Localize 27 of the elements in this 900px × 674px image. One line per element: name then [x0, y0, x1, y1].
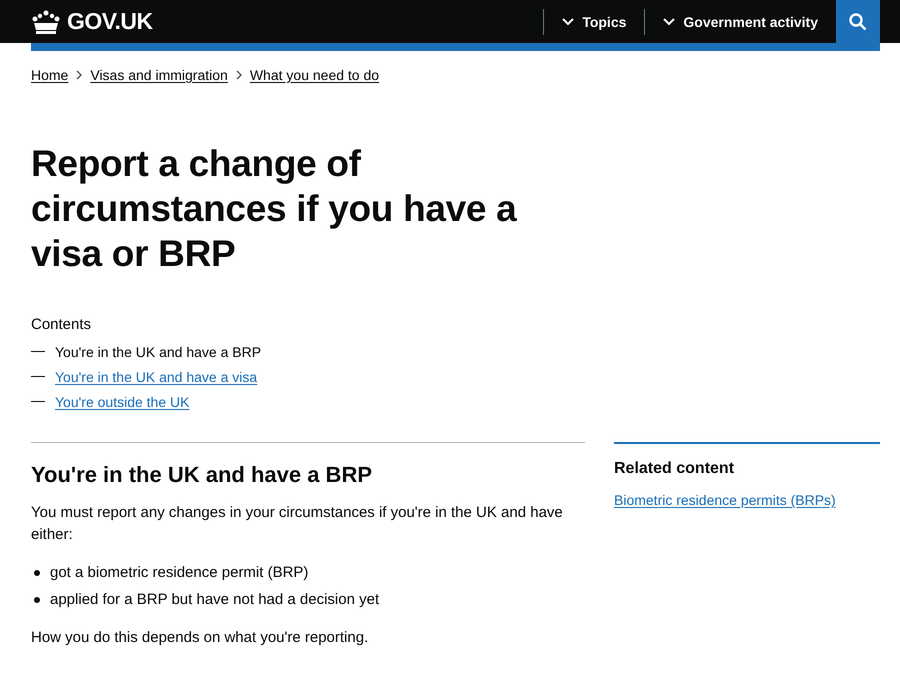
outro-paragraph: How you do this depends on what you're reporting. [31, 628, 370, 648]
intro-paragraph: You must report any changes in your circumstances if you're in the UK and have either: [31, 503, 564, 545]
bullet-text: applied for a BRP but have not had a decision yet [50, 590, 380, 610]
section-heading: You're in the UK and have a BRP [31, 462, 373, 488]
breadcrumb-link[interactable]: Home [31, 67, 68, 83]
contents-heading: Contents [31, 316, 92, 333]
search-button[interactable] [836, 0, 880, 43]
breadcrumb-link[interactable]: What you need to do [250, 67, 380, 83]
bullet-text: got a biometric residence permit (BRP) [50, 563, 308, 583]
crown-icon [31, 10, 61, 34]
search-icon [849, 12, 867, 30]
contents-link[interactable]: You're outside the UK [55, 394, 190, 410]
nav-menu-button[interactable]: Government activity [645, 0, 836, 43]
bullet-icon [34, 596, 40, 602]
page-title: Report a change of circumstances if you have a visa or BRP [31, 142, 518, 276]
contents-link[interactable]: You're in the UK and have a visa [55, 368, 258, 384]
chevron-right-icon [76, 70, 82, 80]
bullet-icon [34, 570, 40, 576]
contents-current-item: You're in the UK and have a BRP [55, 344, 262, 360]
chevron-down-icon [663, 18, 676, 26]
govuk-logo[interactable]: GOV.UK [31, 8, 153, 35]
breadcrumb-link[interactable]: Visas and immigration [90, 67, 228, 83]
related-heading: Related content [614, 460, 736, 478]
nav-menu-button[interactable]: Topics [544, 0, 644, 43]
related-link[interactable]: Biometric residence permits (BRPs) [614, 492, 836, 508]
chevron-right-icon [236, 70, 242, 80]
chevron-down-icon [562, 18, 574, 26]
